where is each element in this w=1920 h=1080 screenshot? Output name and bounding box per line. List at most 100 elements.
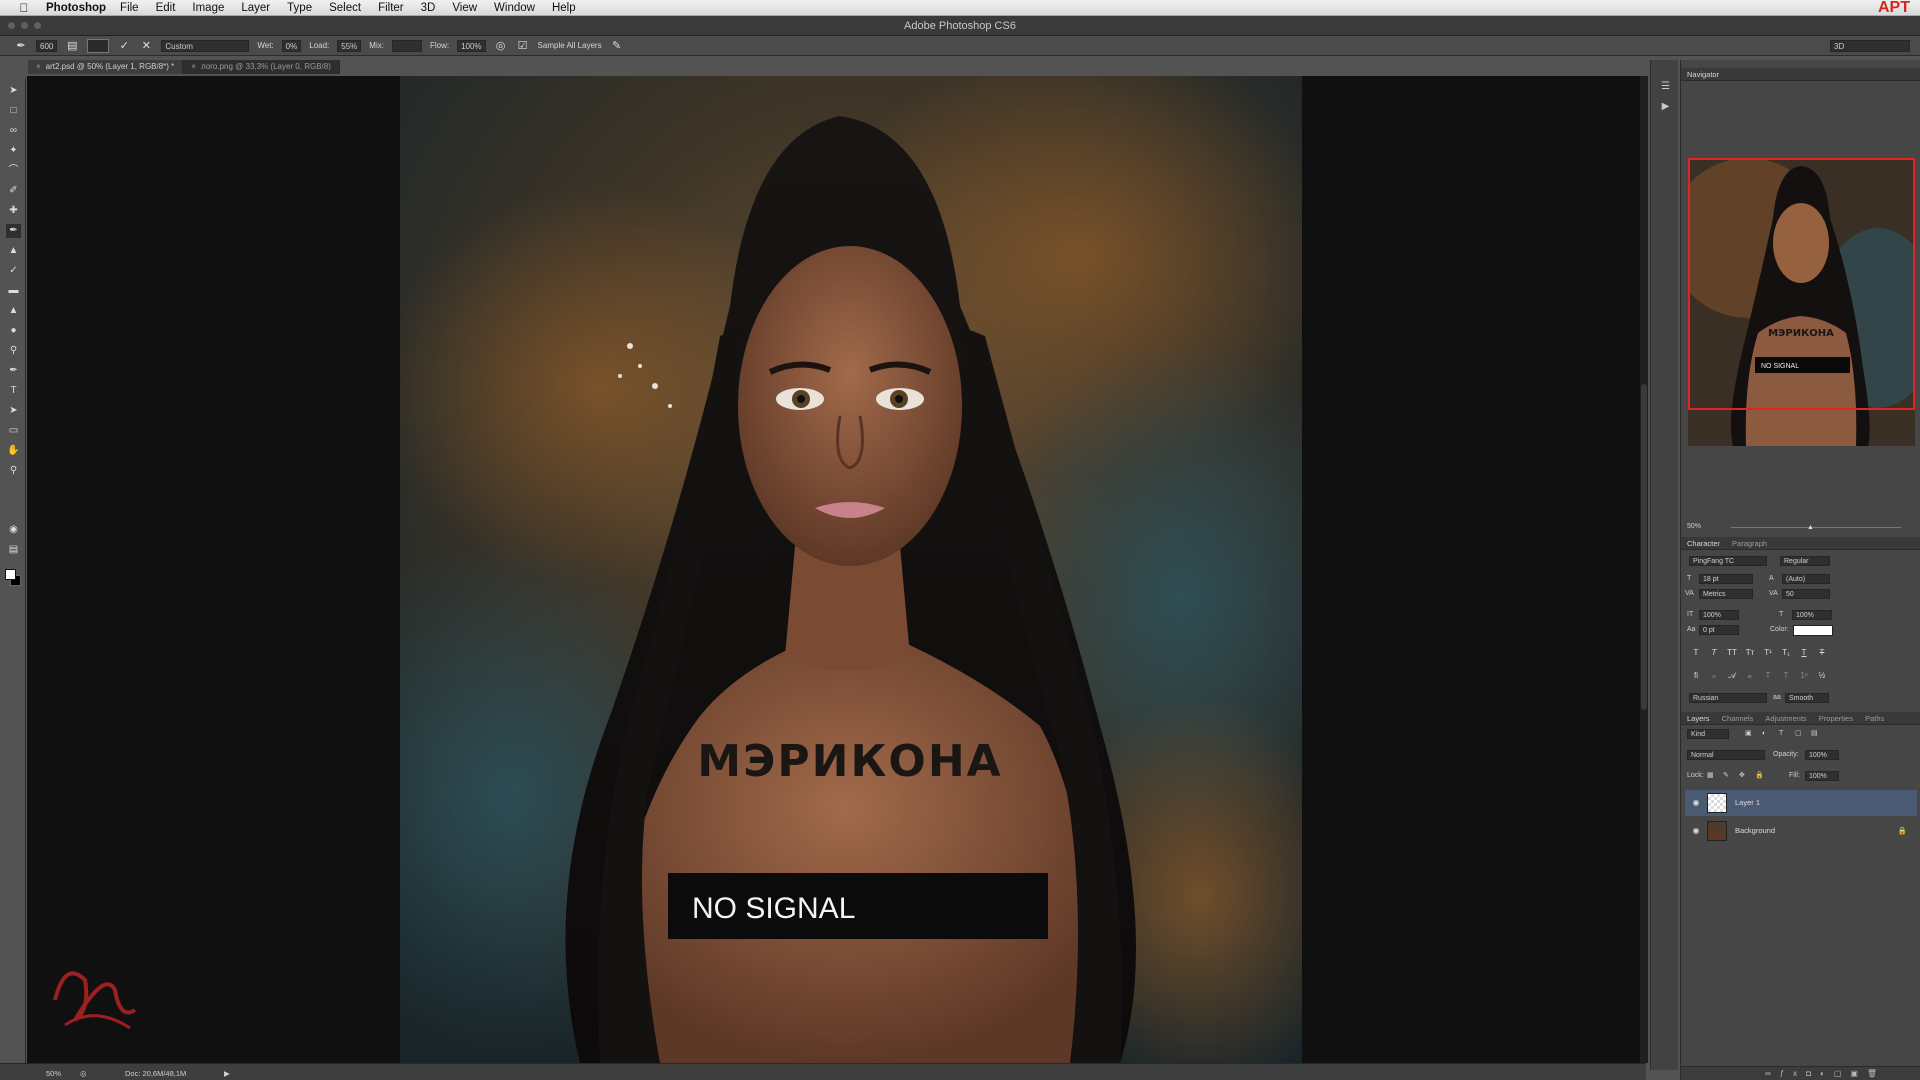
tracking-input[interactable]: 50 [1782, 589, 1830, 599]
apple-icon[interactable]:  [14, 1, 34, 15]
faux-bold-button[interactable]: T [1691, 648, 1701, 657]
kerning-select[interactable]: Metrics [1699, 589, 1753, 599]
minimize-window-button[interactable] [21, 22, 28, 29]
crop-tool-icon[interactable]: ⌒ [6, 164, 21, 178]
titling-button[interactable]: T [1763, 671, 1773, 680]
close-tab-icon[interactable]: × [36, 62, 41, 71]
leading-input[interactable]: (Auto) [1782, 574, 1830, 584]
flow-input[interactable]: 100% [457, 39, 486, 52]
gradient-tool-icon[interactable]: ▲ [6, 304, 21, 318]
load-input[interactable]: 55% [337, 39, 362, 52]
layer-filter-select[interactable]: Kind [1687, 729, 1729, 739]
app-menu[interactable]: Photoshop [46, 2, 106, 14]
underline-button[interactable]: T [1799, 648, 1809, 657]
document-canvas[interactable]: МЭРИКОНА NO SIGNAL [400, 76, 1302, 1063]
wet-input[interactable]: 0% [281, 39, 302, 52]
language-select[interactable]: Russian [1689, 693, 1767, 703]
lock-transparent-icon[interactable]: ▦ [1707, 771, 1714, 781]
menu-filter[interactable]: Filter [378, 2, 404, 14]
tab-paragraph[interactable]: Paragraph [1732, 539, 1775, 548]
marquee-tool-icon[interactable]: □ [6, 104, 21, 118]
font-style-select[interactable]: Regular [1780, 556, 1830, 566]
filter-smart-icon[interactable]: ▤ [1811, 729, 1818, 739]
tab-character[interactable]: Character [1687, 539, 1728, 548]
blur-tool-icon[interactable]: ● [6, 324, 21, 338]
menu-type[interactable]: Type [287, 2, 312, 14]
eraser-tool-icon[interactable]: ▬ [6, 284, 21, 298]
vertical-scale-input[interactable]: 100% [1699, 610, 1739, 620]
horizontal-scale-input[interactable]: 100% [1792, 610, 1832, 620]
brush-size-picker[interactable]: 600 [36, 39, 58, 52]
close-tab-icon[interactable]: × [191, 62, 196, 71]
subscript-button[interactable]: T₁ [1781, 648, 1791, 657]
shape-tool-icon[interactable]: ▭ [6, 424, 21, 438]
load-brush-icon[interactable]: ✓ [117, 39, 131, 53]
menu-layer[interactable]: Layer [241, 2, 270, 14]
status-info-icon[interactable]: ◎ [80, 1069, 87, 1078]
ordinals-button[interactable]: T [1781, 671, 1791, 680]
menu-view[interactable]: View [452, 2, 477, 14]
history-brush-tool-icon[interactable]: ✓ [6, 264, 21, 278]
layer-row-background[interactable]: ◉ Background 🔒 [1685, 818, 1917, 844]
foreground-color-swatch[interactable] [5, 569, 16, 580]
clean-brush-icon[interactable]: ✕ [139, 39, 153, 53]
font-family-select[interactable]: PingFang TC [1689, 556, 1767, 566]
swash-button[interactable]: 𝒜 [1727, 671, 1737, 681]
stamp-tool-icon[interactable]: ▲ [6, 244, 21, 258]
menu-help[interactable]: Help [552, 2, 576, 14]
tab-channels[interactable]: Channels [1722, 714, 1762, 723]
screen-mode-icon[interactable]: ▤ [6, 543, 21, 557]
font-size-input[interactable]: 18 pt [1699, 574, 1753, 584]
filter-pixel-icon[interactable]: ▣ [1745, 729, 1752, 739]
close-window-button[interactable] [8, 22, 15, 29]
navigator-view-box[interactable] [1688, 158, 1915, 410]
workspace-switcher[interactable]: 3D [1830, 40, 1910, 52]
blend-preset-select[interactable]: Custom [161, 39, 250, 52]
quick-mask-icon[interactable]: ◉ [6, 523, 21, 537]
ligature-button[interactable]: fi [1691, 671, 1701, 680]
zoom-window-button[interactable] [34, 22, 41, 29]
ordinal-superscript-button[interactable]: 1ˢ [1799, 671, 1809, 680]
mix-input[interactable] [391, 39, 422, 52]
tab-layers[interactable]: Layers [1687, 714, 1718, 723]
antialias-select[interactable]: Smooth [1785, 693, 1829, 703]
navigator-zoom-slider[interactable] [1731, 527, 1901, 528]
superscript-button[interactable]: T¹ [1763, 648, 1773, 657]
eyedropper-tool-icon[interactable]: ✐ [6, 184, 21, 198]
checkbox-checked-icon[interactable]: ☑ [516, 39, 530, 53]
visibility-eye-icon[interactable]: ◉ [1690, 790, 1702, 816]
current-load-swatch[interactable] [87, 38, 110, 53]
lock-image-icon[interactable]: ✎ [1723, 771, 1729, 781]
strikethrough-button[interactable]: T [1817, 648, 1827, 657]
blend-mode-select[interactable]: Normal [1687, 750, 1765, 760]
type-tool-icon[interactable]: T [6, 384, 21, 398]
faux-italic-button[interactable]: T [1709, 648, 1719, 657]
healing-tool-icon[interactable]: ✚ [6, 204, 21, 218]
all-caps-button[interactable]: TT [1727, 648, 1737, 657]
status-menu-arrow-icon[interactable]: ▶ [224, 1069, 230, 1078]
filter-shape-icon[interactable]: ▢ [1795, 729, 1802, 739]
tab-properties[interactable]: Properties [1819, 714, 1861, 723]
baseline-input[interactable]: 0 pt [1699, 625, 1739, 635]
navigator-tab[interactable]: Navigator [1687, 70, 1727, 79]
menu-3d[interactable]: 3D [421, 2, 436, 14]
actions-play-icon[interactable]: ▶ [1659, 100, 1672, 113]
airbrush-icon[interactable]: ◎ [494, 39, 508, 53]
brush-panel-icon[interactable]: ▤ [65, 39, 79, 53]
navigator-slider-knob[interactable]: ▲ [1807, 524, 1814, 531]
sample-all-layers-label[interactable]: Sample All Layers [538, 41, 602, 50]
opacity-input[interactable]: 100% [1805, 750, 1839, 760]
zoom-level[interactable]: 50% [46, 1069, 61, 1078]
text-color-swatch[interactable] [1793, 625, 1833, 636]
filter-type-icon[interactable]: T [1779, 729, 1783, 739]
hand-tool-icon[interactable]: ✋ [6, 444, 21, 458]
navigator-zoom-value[interactable]: 50% [1687, 523, 1701, 530]
dodge-tool-icon[interactable]: ⚲ [6, 344, 21, 358]
lock-position-icon[interactable]: ✥ [1739, 771, 1745, 781]
visibility-eye-icon[interactable]: ◉ [1690, 818, 1702, 844]
history-icon[interactable]: ☰ [1659, 80, 1672, 93]
vertical-scrollbar[interactable] [1640, 76, 1648, 1063]
tab-logo[interactable]: × лого.png @ 33,3% (Layer 0, RGB/8) [183, 60, 340, 74]
pen-tool-icon[interactable]: ✒ [6, 364, 21, 378]
fill-input[interactable]: 100% [1805, 771, 1839, 781]
